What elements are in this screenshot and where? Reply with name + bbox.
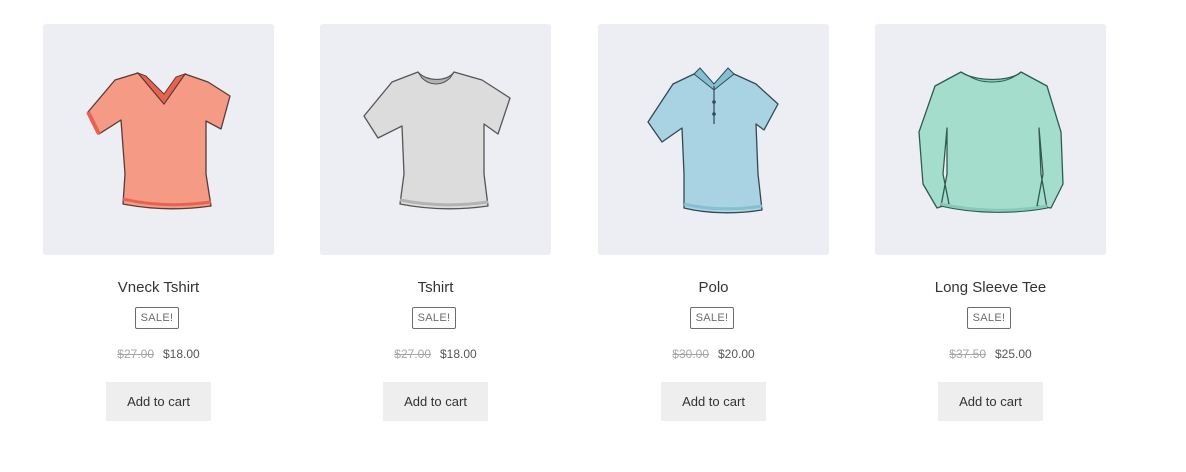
sale-badge: SALE! — [135, 307, 179, 329]
vneck-tshirt-illustration — [86, 71, 231, 210]
add-to-cart-button[interactable]: Add to cart — [383, 382, 488, 421]
original-price: $27.00 — [394, 347, 431, 361]
original-price: $37.50 — [949, 347, 986, 361]
product-image-link[interactable] — [598, 24, 829, 255]
original-price: $27.00 — [117, 347, 154, 361]
tshirt-illustration — [363, 71, 511, 210]
product-image-link[interactable] — [875, 24, 1106, 255]
sale-price: $18.00 — [163, 347, 200, 361]
sale-price: $18.00 — [440, 347, 477, 361]
sale-badge: SALE! — [412, 307, 456, 329]
add-to-cart-button[interactable]: Add to cart — [661, 382, 766, 421]
polo-shirt-illustration — [647, 67, 779, 214]
product-title[interactable]: Vneck Tshirt — [43, 279, 274, 296]
product-title[interactable]: Tshirt — [320, 279, 551, 296]
sale-badge: SALE! — [967, 307, 1011, 329]
product-price: $37.50 $25.00 — [875, 347, 1106, 361]
long-sleeve-tee-illustration — [918, 71, 1064, 213]
product-price: $30.00 $20.00 — [598, 347, 829, 361]
sale-badge: SALE! — [690, 307, 734, 329]
product-title[interactable]: Long Sleeve Tee — [875, 279, 1106, 296]
product-title[interactable]: Polo — [598, 279, 829, 296]
sale-price: $20.00 — [718, 347, 755, 361]
product-image-link[interactable] — [43, 24, 274, 255]
sale-price: $25.00 — [995, 347, 1032, 361]
add-to-cart-button[interactable]: Add to cart — [106, 382, 211, 421]
product-price: $27.00 $18.00 — [43, 347, 274, 361]
original-price: $30.00 — [672, 347, 709, 361]
add-to-cart-button[interactable]: Add to cart — [938, 382, 1043, 421]
product-price: $27.00 $18.00 — [320, 347, 551, 361]
product-image-link[interactable] — [320, 24, 551, 255]
